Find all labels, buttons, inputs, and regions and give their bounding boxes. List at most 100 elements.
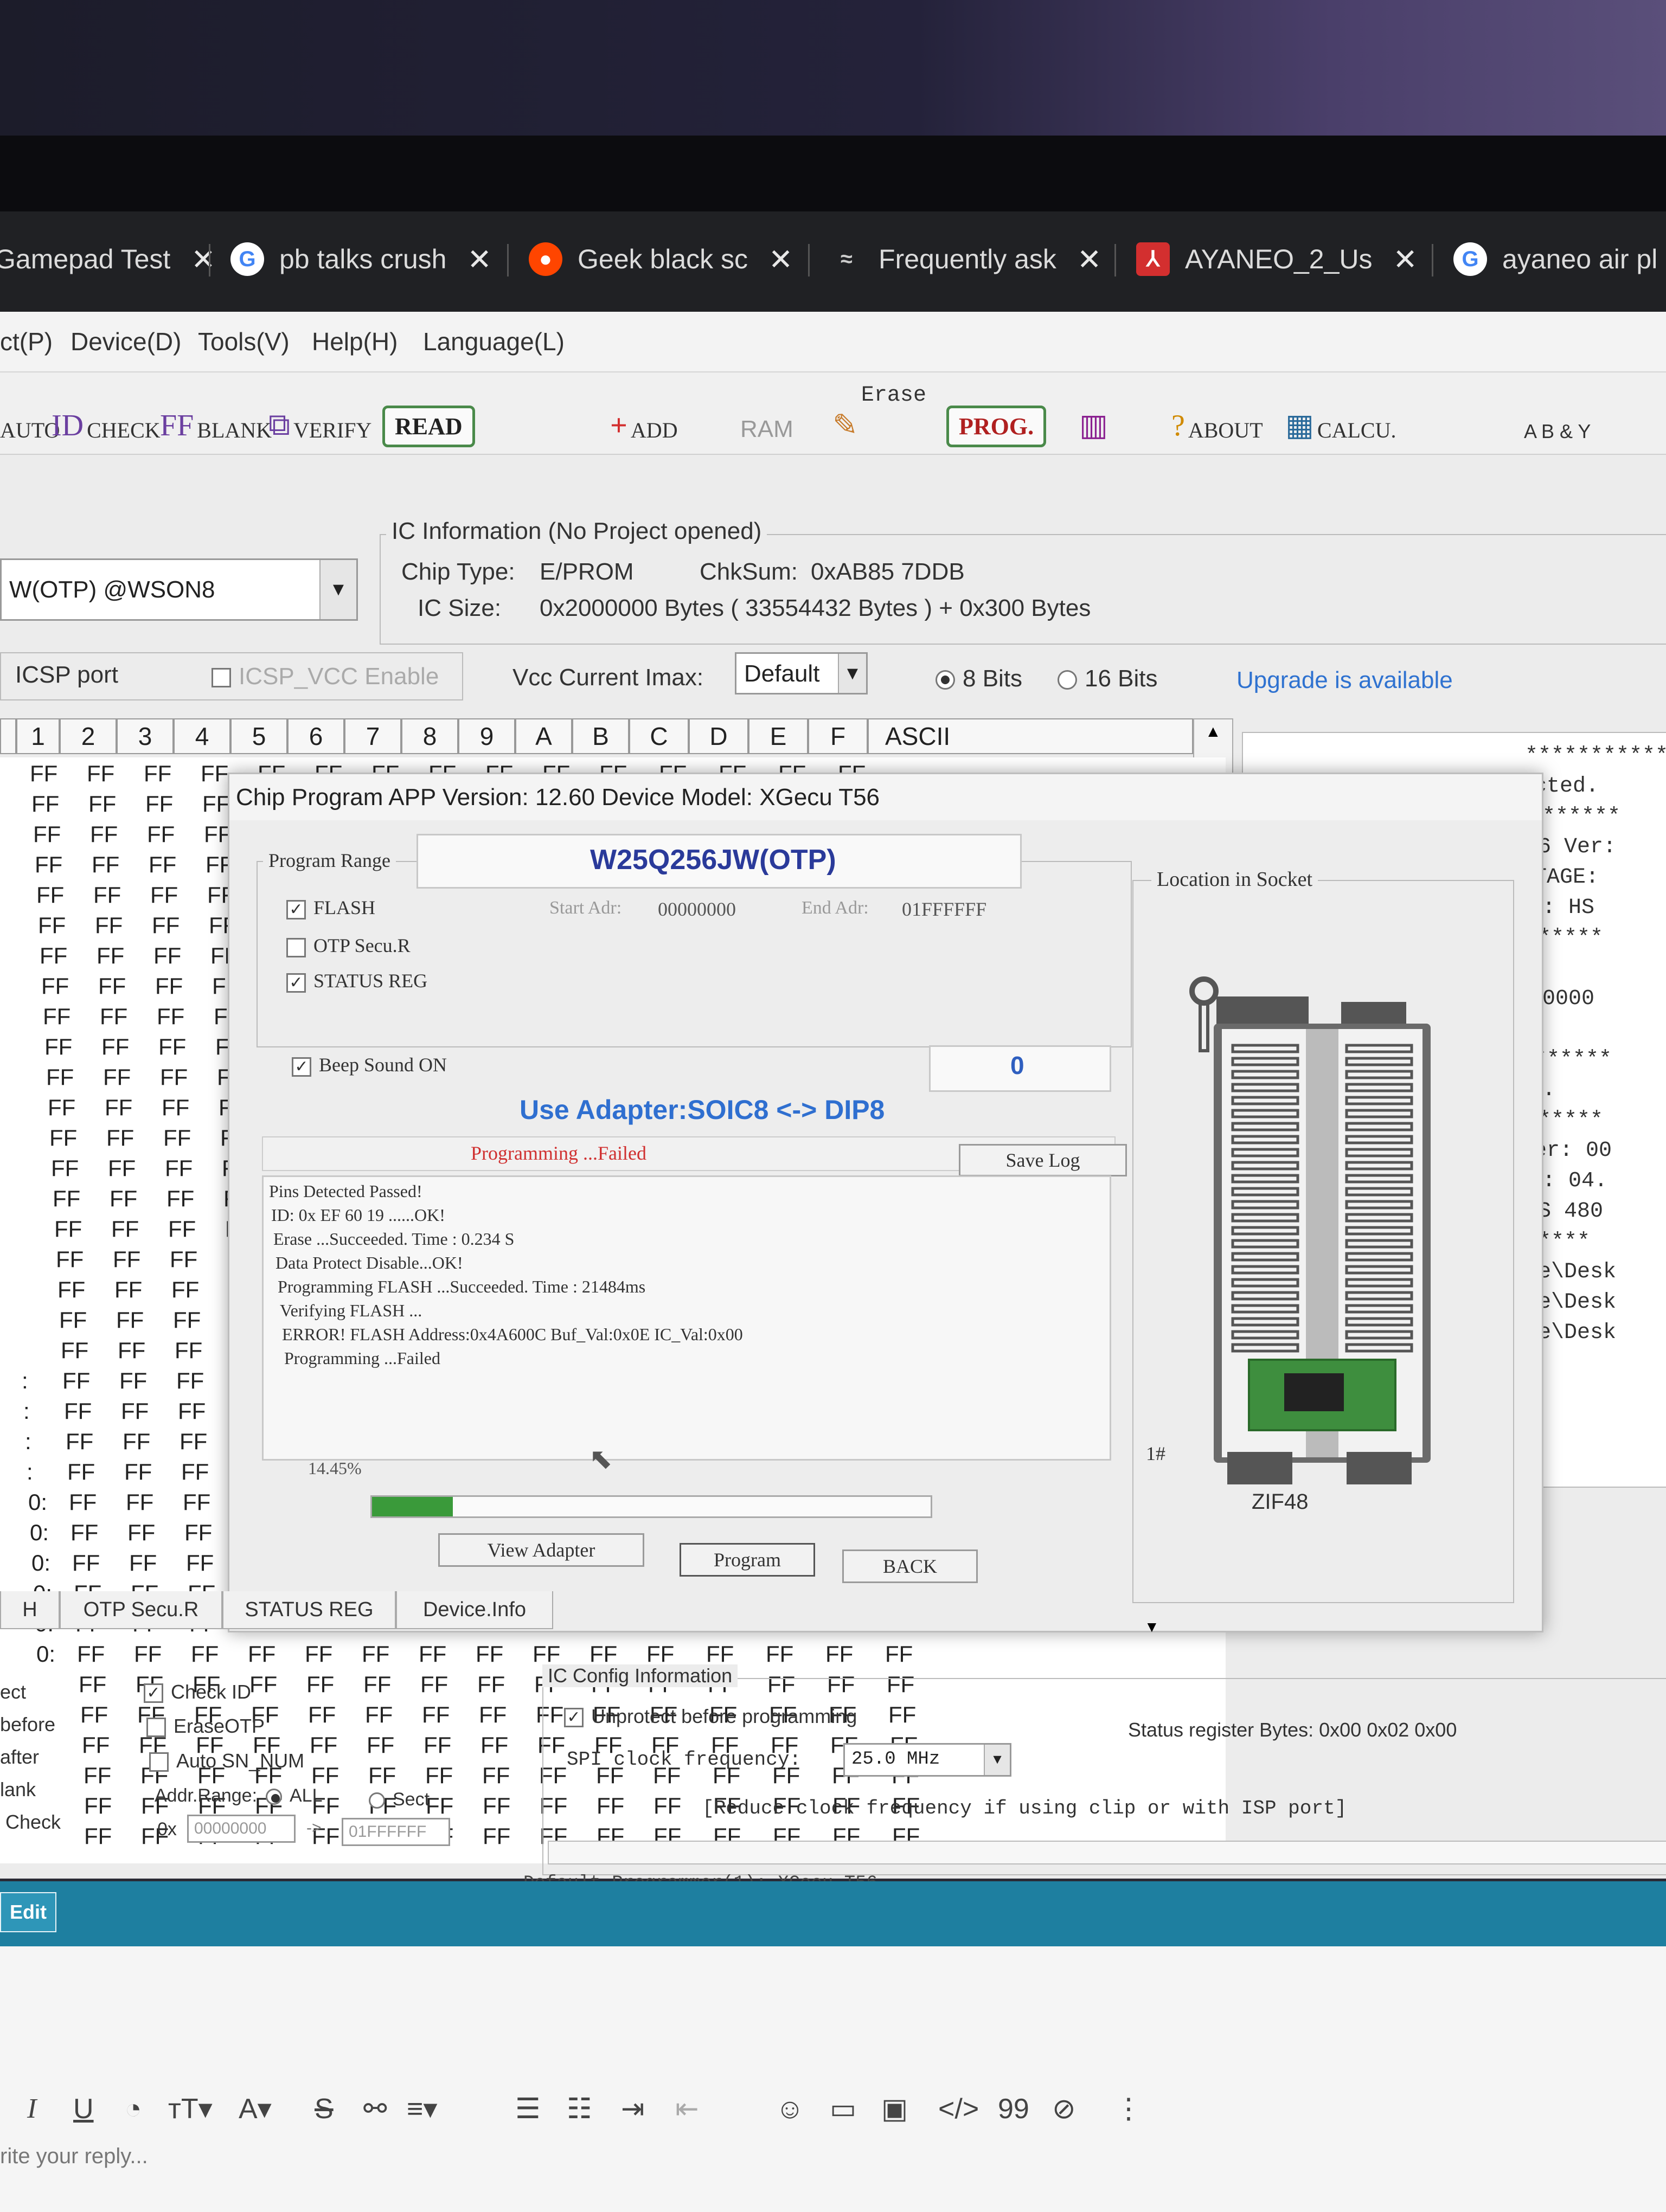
media-icon[interactable]: ▣ <box>881 2093 908 2125</box>
tab-frequently-asked[interactable]: ≈ Frequently ask ✕ <box>830 227 1101 292</box>
otp-check[interactable] <box>286 937 306 957</box>
close-icon[interactable]: ✕ <box>191 242 215 276</box>
menu-tools[interactable]: Tools(V) <box>198 327 290 356</box>
hex-byte: FF <box>178 1398 206 1424</box>
image-icon[interactable]: ▭ <box>830 2093 856 2125</box>
menu-language[interactable]: Language(L) <box>423 327 565 356</box>
prog-button[interactable]: PROG. <box>946 388 1047 447</box>
align-icon[interactable]: ≡▾ <box>407 2093 437 2125</box>
tab-ayaneo-air[interactable]: G ayaneo air pl <box>1453 227 1657 292</box>
tab-geek-black[interactable]: ● Geek black sc ✕ <box>529 227 793 292</box>
unprotect-option[interactable]: ✓ Unprotect before programming <box>564 1705 857 1728</box>
addr-to-input[interactable]: 01FFFFFF <box>342 1818 450 1846</box>
addr-all-radio[interactable]: ALL <box>266 1785 323 1806</box>
vcc-imax-select[interactable]: Default ▼ <box>735 652 868 695</box>
beep-checkbox[interactable]: ✓ Beep Sound ON <box>292 1053 447 1077</box>
hex-byte: FF <box>126 1489 154 1515</box>
auto-button[interactable]: AUTO <box>0 383 60 443</box>
strikethrough-icon[interactable]: S <box>315 2093 334 2125</box>
radio-16-bits[interactable]: 16 Bits <box>1058 665 1158 692</box>
chevron-down-icon[interactable]: ▼ <box>838 654 866 693</box>
ram-button[interactable]: RAM <box>740 383 793 443</box>
addr-all-dot[interactable] <box>266 1789 282 1805</box>
close-icon[interactable]: ✕ <box>768 242 793 276</box>
upgrade-link[interactable]: Upgrade is available <box>1236 667 1453 694</box>
icsp-vcc-checkbox[interactable] <box>212 668 231 688</box>
status-reg-checkbox[interactable]: ✓ STATUS REG <box>286 969 427 993</box>
blank-button[interactable]: FF BLANK <box>160 383 272 443</box>
addr-sect-dot[interactable] <box>369 1792 385 1809</box>
auto-sn-option[interactable]: Auto SN_NUM <box>149 1750 304 1772</box>
indent-icon[interactable]: ⇥ <box>621 2093 645 2125</box>
erase-otp-option[interactable]: EraseOTP <box>146 1715 265 1738</box>
close-icon[interactable]: ✕ <box>1077 242 1101 276</box>
chevron-down-icon[interactable]: ▼ <box>984 1745 1010 1775</box>
menu-project[interactable]: ct(P) <box>0 327 53 356</box>
tab-main[interactable]: H <box>0 1591 60 1629</box>
about-button[interactable]: ? ABOUT <box>1171 383 1263 443</box>
radio-8-bits[interactable]: 8 Bits <box>935 665 1022 692</box>
tab-otp-secu[interactable]: OTP Secu.R <box>60 1591 222 1629</box>
verify-button[interactable]: ⧉ VERIFY <box>268 383 371 443</box>
read-button[interactable]: READ <box>382 388 475 447</box>
italic-icon[interactable]: I <box>27 2093 36 2125</box>
calcu-button[interactable]: ▦ CALCU. <box>1285 383 1396 443</box>
check-button[interactable]: ID CHECK <box>52 383 161 443</box>
chevron-down-icon[interactable]: ▼ <box>319 560 356 619</box>
view-adapter-button[interactable]: View Adapter <box>438 1533 644 1567</box>
spoiler-icon[interactable]: ⊘ <box>1052 2093 1076 2125</box>
addr-sect-radio[interactable]: Sect <box>369 1789 430 1810</box>
menu-device[interactable]: Device(D) <box>71 327 181 356</box>
program-button[interactable]: Program <box>680 1543 815 1577</box>
erase-otp-check[interactable] <box>146 1718 166 1738</box>
menu-help[interactable]: Help(H) <box>312 327 398 356</box>
radio-16-bits-dot[interactable] <box>1058 670 1077 690</box>
check-id-option[interactable]: ✓ Check ID <box>144 1681 251 1703</box>
quote-icon[interactable]: 99 <box>998 2093 1029 2125</box>
tab-status-reg[interactable]: STATUS REG <box>222 1591 396 1629</box>
hex-byte: FF <box>118 1338 146 1363</box>
close-icon[interactable]: ✕ <box>467 242 491 276</box>
scroll-up-icon[interactable]: ▲ <box>1205 723 1221 741</box>
beep-check[interactable]: ✓ <box>292 1057 311 1077</box>
flash-check[interactable]: ✓ <box>286 899 306 919</box>
scroll-down-icon[interactable]: ▼ <box>1144 1618 1159 1636</box>
tab-ayaneo-pdf[interactable]: ⅄ AYANEO_2_Us ✕ <box>1136 227 1418 292</box>
erase-button[interactable]: ✎ Erase <box>832 383 926 443</box>
ordered-list-icon[interactable]: ☰ <box>515 2093 541 2125</box>
link-icon[interactable]: ⚯ <box>363 2093 387 2125</box>
text-size-icon[interactable]: тT▾ <box>168 2093 213 2125</box>
logic-test-button[interactable]: A B & Y <box>1524 383 1591 443</box>
outdent-icon[interactable]: ⇤ <box>675 2093 699 2125</box>
color-icon[interactable]: ◔ <box>125 2093 142 2125</box>
icsp-vcc-enable[interactable]: ICSP_VCC Enable <box>212 663 439 690</box>
device-select[interactable]: W(OTP) @WSON8 ▼ <box>0 558 358 621</box>
tab-device-info[interactable]: Device.Info <box>396 1591 553 1629</box>
addr-from-value: 00000000 <box>194 1819 267 1837</box>
more-icon[interactable]: ⋮ <box>1114 2093 1143 2125</box>
font-icon[interactable]: A▾ <box>239 2093 272 2125</box>
code-icon[interactable]: </> <box>938 2093 979 2125</box>
bullet-list-icon[interactable]: ☷ <box>567 2093 592 2125</box>
status-reg-check[interactable]: ✓ <box>286 973 306 993</box>
tab-gamepad-test[interactable]: Gamepad Test ✕ <box>0 227 216 292</box>
reply-placeholder[interactable]: rite your reply... <box>0 2144 148 2169</box>
flash-checkbox[interactable]: ✓ FLASH <box>286 896 375 919</box>
auto-sn-check[interactable] <box>149 1752 169 1772</box>
close-icon[interactable]: ✕ <box>1393 242 1418 276</box>
spi-clock-select[interactable]: 25.0 MHz ▼ <box>843 1743 1011 1777</box>
underline-icon[interactable]: U <box>73 2093 94 2125</box>
check-id-check[interactable]: ✓ <box>144 1683 163 1703</box>
emoji-icon[interactable]: ☺ <box>776 2093 804 2125</box>
hex-byte: FF <box>367 1732 395 1758</box>
edit-button[interactable]: Edit <box>0 1892 56 1932</box>
otp-checkbox[interactable]: OTP Secu.R <box>286 934 411 957</box>
back-button[interactable]: BACK <box>842 1549 978 1583</box>
addr-from-input[interactable]: 00000000 <box>187 1815 296 1843</box>
tab-pb-talks[interactable]: G pb talks crush ✕ <box>230 227 492 292</box>
save-log-button[interactable]: Save Log <box>959 1144 1127 1176</box>
unprotect-check[interactable]: ✓ <box>564 1708 584 1728</box>
radio-8-bits-dot[interactable] <box>935 670 955 690</box>
add-button[interactable]: + ADD <box>610 383 678 443</box>
chip-button[interactable]: ▥ <box>1079 383 1111 443</box>
